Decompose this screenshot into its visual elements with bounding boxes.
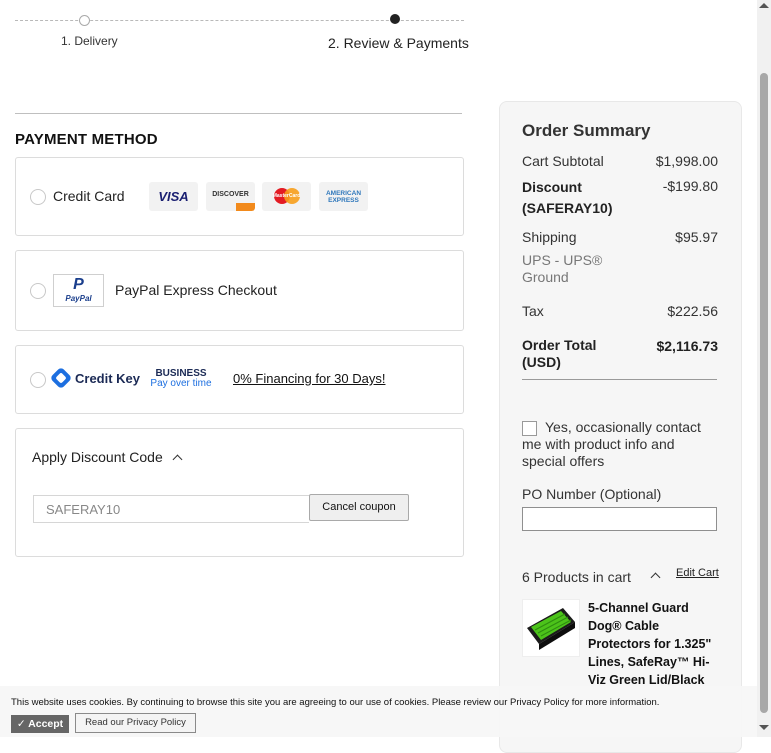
discount-toggle[interactable]: Apply Discount Code bbox=[32, 449, 163, 465]
tax-label: Tax bbox=[522, 303, 544, 319]
discount-panel bbox=[15, 428, 464, 557]
po-number-input[interactable] bbox=[522, 507, 717, 531]
contact-opt-in-label[interactable]: Yes, occasionally contact me with produc… bbox=[522, 419, 717, 470]
step-delivery-dot bbox=[79, 15, 90, 26]
cable-protector-image bbox=[527, 608, 575, 650]
paypal-radio[interactable] bbox=[30, 283, 46, 299]
credit-key-logo-text: Credit Key bbox=[75, 371, 141, 386]
order-total-label: Order Total (USD) bbox=[522, 337, 597, 370]
scrollbar-thumb[interactable] bbox=[760, 73, 768, 713]
accept-cookies-button[interactable]: ✓ Accept bbox=[11, 715, 69, 733]
cart-subtotal-value: $1,998.00 bbox=[655, 153, 718, 169]
step-review-label: 2. Review & Payments bbox=[328, 35, 469, 51]
discover-logo: DISCOVER bbox=[206, 182, 255, 211]
discount-value: -$199.80 bbox=[662, 178, 718, 194]
summary-divider bbox=[522, 379, 717, 380]
edit-cart-link[interactable]: Edit Cart bbox=[676, 567, 719, 579]
scroll-up-icon[interactable] bbox=[759, 3, 769, 8]
products-in-cart-toggle[interactable]: 6 Products in cart bbox=[522, 569, 631, 585]
credit-key-pay-over-time: Pay over time bbox=[150, 378, 212, 389]
discount-label: Discount (SAFERAY10) bbox=[522, 179, 613, 216]
shipping-method: UPS - UPS® Ground bbox=[522, 252, 603, 285]
order-total-value: $2,116.73 bbox=[656, 338, 718, 354]
product-thumbnail[interactable] bbox=[522, 599, 580, 657]
cookie-message: This website uses cookies. By continuing… bbox=[11, 697, 660, 708]
shipping-value: $95.97 bbox=[675, 229, 718, 245]
credit-key-radio[interactable] bbox=[30, 372, 46, 388]
order-summary-title: Order Summary bbox=[522, 121, 651, 140]
privacy-policy-button[interactable]: Read our Privacy Policy bbox=[75, 713, 196, 733]
credit-card-radio[interactable] bbox=[30, 189, 46, 205]
mastercard-logo: MasterCard bbox=[262, 182, 311, 211]
scroll-down-icon[interactable] bbox=[759, 725, 769, 730]
credit-key-financing-link[interactable]: 0% Financing for 30 Days! bbox=[233, 371, 385, 386]
amex-logo: AMERICAN EXPRESS bbox=[319, 182, 368, 211]
product-name[interactable]: 5-Channel Guard Dog® Cable Protectors fo… bbox=[588, 599, 713, 689]
shipping-label: Shipping bbox=[522, 229, 577, 245]
discount-code-input[interactable] bbox=[33, 495, 309, 523]
cancel-coupon-button[interactable]: Cancel coupon bbox=[309, 494, 409, 521]
po-number-label: PO Number (Optional) bbox=[522, 486, 662, 502]
credit-card-label[interactable]: Credit Card bbox=[53, 188, 125, 204]
step-review-dot bbox=[390, 14, 400, 24]
visa-logo: VISA bbox=[149, 182, 198, 211]
paypal-logo: P PayPal bbox=[53, 274, 104, 307]
divider bbox=[15, 113, 462, 114]
tax-value: $222.56 bbox=[667, 303, 718, 319]
cart-subtotal-label: Cart Subtotal bbox=[522, 153, 604, 169]
payment-method-title: PAYMENT METHOD bbox=[15, 131, 158, 148]
paypal-label[interactable]: PayPal Express Checkout bbox=[115, 282, 277, 298]
step-delivery-label[interactable]: 1. Delivery bbox=[61, 34, 118, 48]
